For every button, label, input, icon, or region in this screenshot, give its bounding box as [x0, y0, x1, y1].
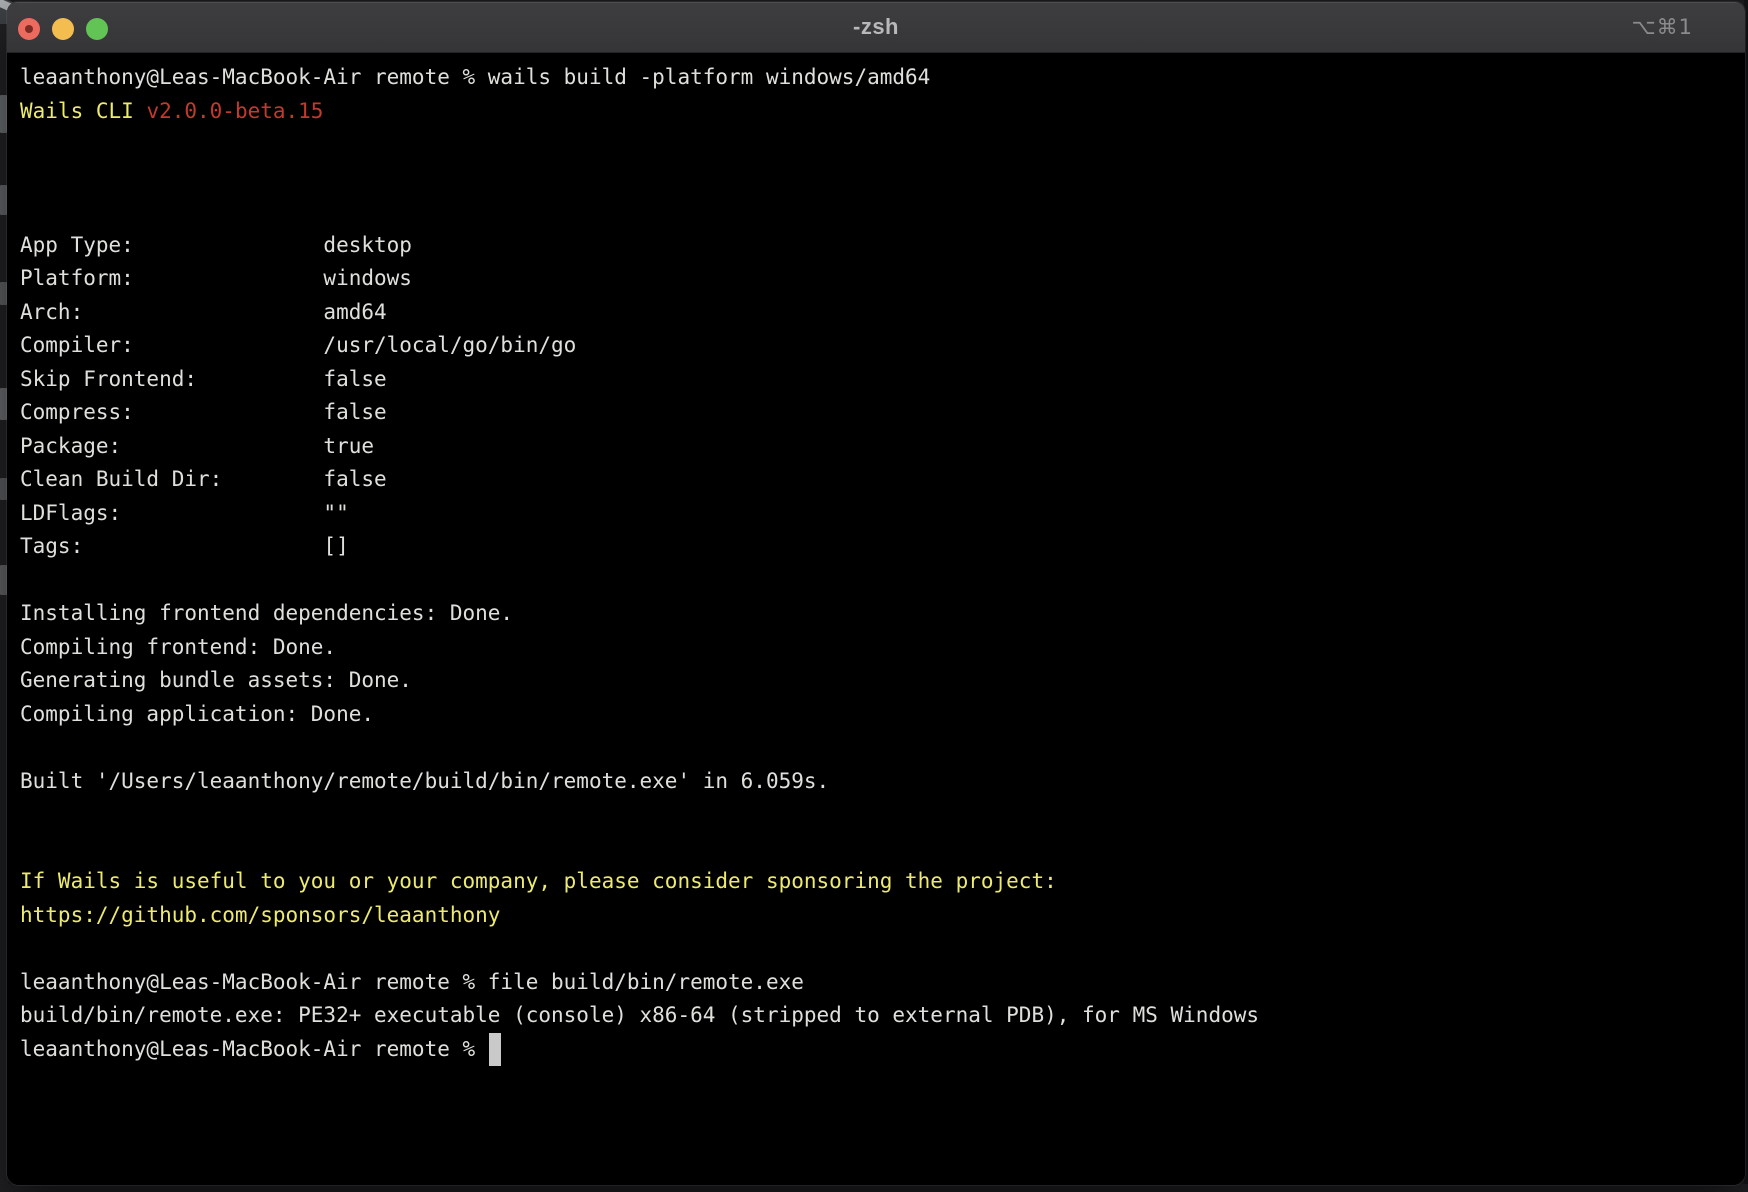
terminal-text-segment: Clean Build Dir: false: [20, 467, 387, 491]
terminal-line: Skip Frontend: false: [20, 363, 1745, 397]
terminal-text-segment: Compiling application: Done.: [20, 702, 374, 726]
terminal-line: Installing frontend dependencies: Done.: [20, 597, 1745, 631]
terminal-line: Compiler: /usr/local/go/bin/go: [20, 329, 1745, 363]
terminal-cursor: [489, 1033, 502, 1067]
sponsor-url-line[interactable]: https://github.com/sponsors/leaanthony: [20, 899, 1745, 933]
terminal-line: Clean Build Dir: false: [20, 463, 1745, 497]
terminal-text-segment: leaanthony@Leas-MacBook-Air remote % wai…: [20, 65, 930, 89]
terminal-text-segment: Compress: false: [20, 400, 387, 424]
terminal-text-segment: If Wails is useful to you or your compan…: [20, 869, 1057, 893]
terminal-text-segment: Skip Frontend: false: [20, 367, 387, 391]
terminal-line: [20, 932, 1745, 966]
terminal-text-segment: App Type: desktop: [20, 233, 412, 257]
terminal-line: Package: true: [20, 430, 1745, 464]
terminal-line: [20, 731, 1745, 765]
terminal-line: Compiling application: Done.: [20, 698, 1745, 732]
terminal-line: If Wails is useful to you or your compan…: [20, 865, 1745, 899]
terminal-line: [20, 195, 1745, 229]
terminal-line: Arch: amd64: [20, 296, 1745, 330]
terminal-line: build/bin/remote.exe: PE32+ executable (…: [20, 999, 1745, 1033]
title-bar[interactable]: -zsh ⌥⌘1: [7, 2, 1745, 53]
terminal-line: [20, 798, 1745, 832]
terminal-line: [20, 162, 1745, 196]
terminal-text-segment: Package: true: [20, 434, 374, 458]
terminal-text-segment: leaanthony@Leas-MacBook-Air remote %: [20, 1037, 488, 1061]
terminal-text-segment: Generating bundle assets: Done.: [20, 668, 412, 692]
terminal-line: leaanthony@Leas-MacBook-Air remote %: [20, 1033, 1745, 1067]
terminal-text-segment: Compiler: /usr/local/go/bin/go: [20, 333, 576, 357]
terminal-line: LDFlags: "": [20, 497, 1745, 531]
terminal-line: [20, 128, 1745, 162]
terminal-text-segment: v2.0.0-beta.15: [146, 99, 323, 123]
terminal-text-segment: build/bin/remote.exe: PE32+ executable (…: [20, 1003, 1259, 1027]
terminal-window: -zsh ⌥⌘1 leaanthony@Leas-MacBook-Air rem…: [7, 2, 1745, 1185]
terminal-text-segment: Tags: []: [20, 534, 349, 558]
terminal-line: [20, 832, 1745, 866]
terminal-line: Compress: false: [20, 396, 1745, 430]
tab-shortcut-badge: ⌥⌘1: [1631, 2, 1693, 52]
terminal-text-segment: Wails CLI: [20, 99, 146, 123]
terminal-content[interactable]: leaanthony@Leas-MacBook-Air remote % wai…: [7, 53, 1745, 1185]
terminal-line: leaanthony@Leas-MacBook-Air remote % fil…: [20, 966, 1745, 1000]
terminal-text-segment: https://github.com/sponsors/leaanthony: [20, 903, 500, 927]
background-strip-bottom: [0, 1184, 1748, 1192]
terminal-line: Generating bundle assets: Done.: [20, 664, 1745, 698]
window-title: -zsh: [7, 2, 1745, 52]
terminal-line: leaanthony@Leas-MacBook-Air remote % wai…: [20, 61, 1745, 95]
terminal-line: Tags: []: [20, 530, 1745, 564]
terminal-text-segment: Installing frontend dependencies: Done.: [20, 601, 513, 625]
terminal-line: Wails CLI v2.0.0-beta.15: [20, 95, 1745, 129]
terminal-line: [20, 564, 1745, 598]
terminal-text-segment: Built '/Users/leaanthony/remote/build/bi…: [20, 769, 829, 793]
terminal-line: App Type: desktop: [20, 229, 1745, 263]
terminal-text-segment: Compiling frontend: Done.: [20, 635, 336, 659]
terminal-line: Platform: windows: [20, 262, 1745, 296]
terminal-text-segment: leaanthony@Leas-MacBook-Air remote % fil…: [20, 970, 804, 994]
terminal-text-segment: LDFlags: "": [20, 501, 349, 525]
terminal-text-segment: Arch: amd64: [20, 300, 387, 324]
terminal-text-segment: Platform: windows: [20, 266, 412, 290]
terminal-line: Built '/Users/leaanthony/remote/build/bi…: [20, 765, 1745, 799]
terminal-line: Compiling frontend: Done.: [20, 631, 1745, 665]
